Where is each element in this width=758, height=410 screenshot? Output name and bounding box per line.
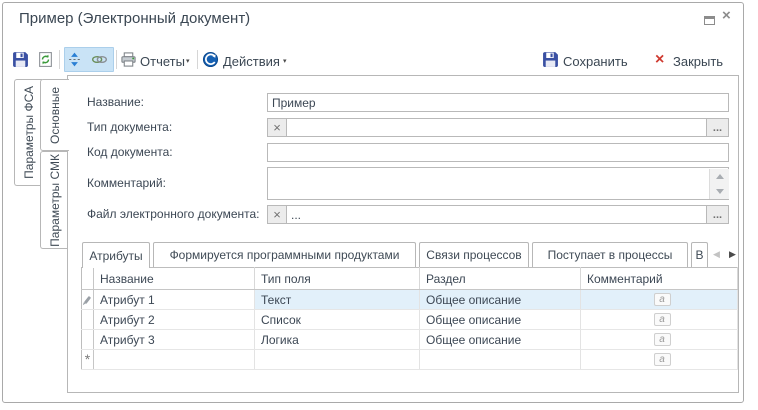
name-label: Название: (87, 93, 144, 112)
col-header-name[interactable]: Название (94, 268, 255, 290)
edit-pencil-icon (82, 290, 94, 310)
cell-section[interactable]: Общее описание (420, 310, 581, 330)
doc-code-input[interactable] (267, 143, 729, 162)
reports-dropdown-icon[interactable]: ▾ (186, 57, 190, 65)
close-main-button[interactable]: Закрыть (673, 54, 723, 69)
window-close-icon[interactable]: × (722, 7, 731, 24)
content-panel: Название: Тип документа: × ... Код докум… (67, 75, 739, 393)
col-header-section[interactable]: Раздел (420, 268, 581, 290)
file-input[interactable] (286, 205, 707, 224)
table-row[interactable]: Атрибут 1 Текст Общее описание a (82, 290, 738, 310)
memo-editor-icon[interactable]: a (654, 333, 671, 346)
new-row-indicator: * (82, 350, 94, 370)
tab-enters-processes[interactable]: Поступает в процессы (532, 242, 688, 267)
memo-editor-icon[interactable]: a (654, 293, 671, 306)
table-row[interactable]: Атрибут 3 Логика Общее описание a (82, 330, 738, 350)
close-x-icon[interactable]: × (655, 51, 664, 69)
expand-collapse-icon[interactable] (66, 51, 83, 68)
doc-type-clear-icon[interactable]: × (267, 118, 287, 137)
scroll-down-icon[interactable] (710, 184, 729, 199)
save-icon[interactable] (542, 51, 559, 68)
cell-name[interactable]: Атрибут 2 (94, 310, 255, 330)
doc-type-label: Тип документа: (87, 118, 172, 137)
refresh-document-icon[interactable] (37, 51, 54, 68)
table-row[interactable]: Атрибут 2 Список Общее описание a (82, 310, 738, 330)
cell-comment[interactable]: a (581, 350, 738, 370)
cell-comment[interactable]: a (581, 290, 738, 310)
document-card-window: Пример (Электронный документ) × (2, 2, 744, 403)
cell-field-type[interactable]: Логика (255, 330, 420, 350)
cell-comment[interactable]: a (581, 330, 738, 350)
cell-section[interactable]: Общее описание (420, 290, 581, 310)
cell-field-type[interactable] (255, 350, 420, 370)
tab-process-links[interactable]: Связи процессов (419, 242, 529, 267)
side-tab-smk-params[interactable]: Параметры СМК (40, 151, 68, 249)
toolbar-separator (197, 50, 198, 69)
save-icon[interactable] (12, 51, 29, 68)
cell-field-type[interactable]: Текст (255, 290, 420, 310)
side-tab-fsa-params[interactable]: Параметры ФСА (14, 79, 42, 186)
screen: Пример (Электронный документ) × (0, 0, 758, 410)
new-row[interactable]: * a (82, 350, 738, 370)
comment-label: Комментарий: (87, 174, 166, 193)
memo-editor-icon[interactable]: a (654, 353, 671, 366)
cell-section[interactable]: Общее описание (420, 330, 581, 350)
attributes-grid: Название Тип поля Раздел Комментарий Атр… (81, 267, 738, 370)
file-picker-button[interactable]: ... (706, 205, 729, 224)
tabs-scroll-left-icon[interactable]: ◀ (713, 248, 720, 260)
side-tab-main[interactable]: Основные (40, 79, 69, 151)
doc-code-label: Код документа: (87, 143, 173, 162)
cell-comment[interactable]: a (581, 310, 738, 330)
actions-dropdown-icon[interactable]: ▾ (283, 57, 287, 65)
maximize-icon[interactable] (704, 16, 715, 25)
tabs-scroll-right-icon[interactable]: ▶ (729, 248, 736, 260)
cell-field-type[interactable]: Список (255, 310, 420, 330)
doc-type-picker-button[interactable]: ... (706, 118, 729, 137)
tab-generated-by-products[interactable]: Формируется программными продуктами (153, 242, 416, 267)
col-header-comment[interactable]: Комментарий (581, 268, 738, 290)
name-input[interactable] (267, 93, 729, 112)
cell-name[interactable]: Атрибут 3 (94, 330, 255, 350)
comment-scroll-control (709, 169, 729, 199)
comment-textarea[interactable] (267, 167, 729, 200)
save-main-button[interactable]: Сохранить (563, 54, 628, 69)
memo-editor-icon[interactable]: a (654, 313, 671, 326)
toolbar-separator (116, 50, 117, 69)
actions-button[interactable]: Действия (223, 54, 280, 69)
cell-name[interactable]: Атрибут 1 (94, 290, 255, 310)
doc-type-input[interactable] (286, 118, 707, 137)
toolbar-separator (59, 50, 60, 69)
reports-button[interactable]: Отчеты (140, 54, 185, 69)
window-title: Пример (Электронный документ) (19, 10, 250, 27)
row-indicator-header (82, 268, 94, 290)
link-icon[interactable] (91, 51, 108, 68)
col-header-field-type[interactable]: Тип поля (255, 268, 420, 290)
cell-name[interactable] (94, 350, 255, 370)
scroll-up-icon[interactable] (710, 169, 729, 184)
cell-section[interactable] (420, 350, 581, 370)
tab-attributes[interactable]: Атрибуты (82, 242, 150, 268)
grid-header-row: Название Тип поля Раздел Комментарий (82, 268, 738, 290)
file-label: Файл электронного документа: (87, 205, 260, 224)
printer-icon[interactable] (120, 51, 137, 68)
tab-truncated[interactable]: В (691, 242, 708, 267)
actions-globe-icon[interactable] (202, 51, 219, 68)
file-clear-icon[interactable]: × (267, 205, 287, 224)
